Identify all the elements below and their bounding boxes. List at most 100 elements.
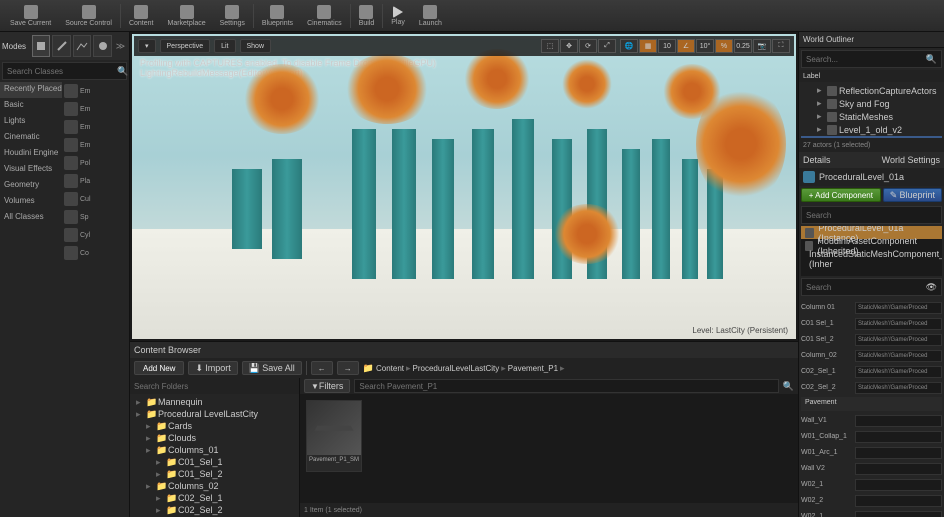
expand-icon[interactable]: ▸: [817, 111, 825, 122]
vp-maximize[interactable]: ⛶: [772, 39, 790, 53]
expand-icon[interactable]: ▸: [146, 433, 154, 444]
cat-lights[interactable]: Lights: [0, 114, 62, 130]
actor-item[interactable]: Pol: [62, 154, 129, 172]
expand-icon[interactable]: ▸: [817, 98, 825, 109]
toolbar-play[interactable]: Play: [385, 2, 411, 30]
source-tree-row[interactable]: ▸📁Cards: [132, 420, 297, 432]
source-tree-row[interactable]: ▸📁Clouds: [132, 432, 297, 444]
world-settings-tab[interactable]: World Settings: [882, 155, 940, 165]
actor-item[interactable]: Sp: [62, 208, 129, 226]
property-value[interactable]: StaticMesh'/Game/Proced: [855, 318, 942, 330]
edit-blueprint-button[interactable]: ✎ Blueprint: [883, 188, 942, 202]
toolbar-source-control[interactable]: Source Control: [59, 2, 118, 30]
add-component-button[interactable]: + Add Component: [801, 188, 881, 202]
toolbar-settings[interactable]: Settings: [214, 2, 251, 30]
cb-filters[interactable]: ▼ Filters: [304, 379, 350, 393]
cb-add-new[interactable]: Add New: [134, 361, 184, 375]
outliner-search[interactable]: [806, 55, 926, 64]
expand-icon[interactable]: ▸: [146, 481, 154, 492]
outliner-row[interactable]: ▸Level_1_old_v2: [801, 123, 942, 136]
toolbar-marketplace[interactable]: Marketplace: [161, 2, 211, 30]
cat-cinematic[interactable]: Cinematic: [0, 130, 62, 146]
mode-paint[interactable]: [52, 35, 70, 57]
source-tree-row[interactable]: ▸📁Procedural LevelLastCity: [132, 408, 297, 420]
crumb-1[interactable]: ProceduralLevelLastCity: [413, 364, 500, 373]
expand-icon[interactable]: ▸: [136, 409, 144, 420]
source-tree-row[interactable]: ▸📁Mannequin: [132, 396, 297, 408]
vp-transform-select[interactable]: ⬚: [541, 39, 559, 53]
vp-angle-snap-val[interactable]: 10°: [696, 39, 714, 53]
content-browser-tab[interactable]: Content Browser: [134, 345, 201, 355]
expand-icon[interactable]: ▸: [146, 421, 154, 432]
cb-path-back[interactable]: ←: [311, 361, 333, 375]
vp-coord-space[interactable]: 🌐: [620, 39, 638, 53]
property-value[interactable]: [855, 463, 942, 475]
details-comp-search[interactable]: [806, 211, 937, 220]
asset-tile[interactable]: Pavement_P1_SM: [306, 400, 362, 472]
outliner-row[interactable]: ▸Sky and Fog: [801, 97, 942, 110]
property-value[interactable]: [855, 479, 942, 491]
cb-sources-search[interactable]: [134, 382, 295, 391]
modes-expand[interactable]: ≫: [114, 35, 127, 57]
vp-surface-snap[interactable]: ▦: [639, 39, 657, 53]
property-value[interactable]: StaticMesh'/Game/Proced: [855, 334, 942, 346]
property-value[interactable]: [855, 495, 942, 507]
toolbar-blueprints[interactable]: Blueprints: [256, 2, 299, 30]
vp-transform-scale[interactable]: ⤢: [598, 39, 616, 53]
source-tree-row[interactable]: ▸📁C02_Sel_2: [132, 504, 297, 516]
vp-scale-snap[interactable]: %: [715, 39, 733, 53]
cat-houdini[interactable]: Houdini Engine: [0, 146, 62, 162]
actor-item[interactable]: Em: [62, 136, 129, 154]
expand-icon[interactable]: ▸: [156, 457, 164, 468]
source-tree-row[interactable]: ▸📁C01_Sel_2: [132, 468, 297, 480]
toolbar-save[interactable]: Save Current: [4, 2, 57, 30]
expand-icon[interactable]: ▸: [156, 505, 164, 516]
toolbar-build[interactable]: Build: [353, 2, 381, 30]
vp-lit[interactable]: Lit: [214, 39, 235, 53]
property-value[interactable]: StaticMesh'/Game/Proced: [855, 382, 942, 394]
cat-volumes[interactable]: Volumes: [0, 194, 62, 210]
details-prop-search[interactable]: [806, 283, 926, 292]
toolbar-cinematics[interactable]: Cinematics: [301, 2, 348, 30]
property-value[interactable]: StaticMesh'/Game/Proced: [855, 350, 942, 362]
source-tree-row[interactable]: ▸📁Columns_02: [132, 480, 297, 492]
expand-icon[interactable]: ▸: [146, 445, 154, 456]
vp-perspective[interactable]: Perspective: [160, 39, 211, 53]
crumb-2[interactable]: Pavement_P1: [508, 364, 558, 373]
property-value[interactable]: [855, 511, 942, 517]
property-value[interactable]: [855, 447, 942, 459]
cat-all-classes[interactable]: All Classes: [0, 210, 62, 226]
prop-section-header[interactable]: Pavement: [801, 397, 942, 411]
expand-icon[interactable]: ▸: [817, 85, 825, 96]
crumb-content[interactable]: Content: [376, 364, 404, 373]
modes-search-input[interactable]: [7, 67, 117, 76]
expand-icon[interactable]: ▸: [156, 493, 164, 504]
expand-icon[interactable]: ▸: [156, 469, 164, 480]
expand-icon[interactable]: ▸: [817, 124, 825, 135]
toolbar-launch[interactable]: Launch: [413, 2, 448, 30]
mode-foliage[interactable]: [93, 35, 111, 57]
cat-recently-placed[interactable]: Recently Placed: [0, 82, 62, 98]
vp-transform-move[interactable]: ✥: [560, 39, 578, 53]
eye-icon[interactable]: 👁: [926, 282, 937, 293]
vp-transform-rotate[interactable]: ⟳: [579, 39, 597, 53]
details-tab[interactable]: Details: [803, 155, 831, 165]
actor-item[interactable]: Co: [62, 244, 129, 262]
actor-item[interactable]: Em: [62, 118, 129, 136]
cb-import[interactable]: ⬇ Import: [188, 361, 237, 375]
cb-path-fwd[interactable]: →: [337, 361, 359, 375]
component-row[interactable]: InstancedStaticMeshComponent_0 (Inher: [801, 252, 942, 265]
cat-basic[interactable]: Basic: [0, 98, 62, 114]
vp-grid-snap-val[interactable]: 10: [658, 39, 676, 53]
actor-item[interactable]: Pla: [62, 172, 129, 190]
source-tree-row[interactable]: ▸📁C01_Sel_1: [132, 456, 297, 468]
source-tree-row[interactable]: ▸📁Columns_01: [132, 444, 297, 456]
actor-item[interactable]: Em: [62, 100, 129, 118]
cat-vfx[interactable]: Visual Effects: [0, 162, 62, 178]
outliner-row[interactable]: ▸StaticMeshes: [801, 110, 942, 123]
mode-landscape[interactable]: [73, 35, 91, 57]
outliner-row[interactable]: ▸ReflectionCaptureActors: [801, 84, 942, 97]
vp-angle-snap[interactable]: ∠: [677, 39, 695, 53]
property-value[interactable]: [855, 431, 942, 443]
actor-item[interactable]: Em: [62, 82, 129, 100]
